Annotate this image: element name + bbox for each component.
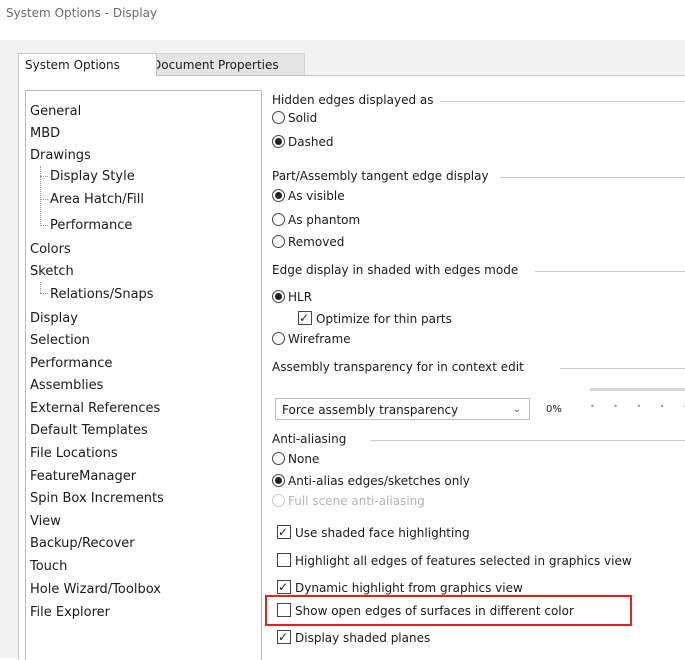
radio-indicator (272, 452, 285, 465)
radio-as-phantom-label: As phantom (288, 213, 361, 227)
tree-item-file-locations[interactable]: File Locations (30, 444, 118, 464)
tree-item-colors[interactable]: Colors (30, 240, 71, 260)
group-divider (440, 101, 685, 102)
group-anti-aliasing-label: Anti-aliasing (272, 432, 347, 446)
tree-item-display[interactable]: Display (30, 309, 78, 329)
tree-item-mbd[interactable]: MBD (30, 124, 60, 144)
tree-item-sketch[interactable]: Sketch (30, 262, 74, 282)
tree-item-area-hatch[interactable]: Area Hatch/Fill (50, 190, 144, 210)
checkbox-optimize-thin-parts[interactable]: Optimize for thin parts (298, 309, 452, 328)
chevron-down-icon: ⌄ (512, 404, 521, 415)
tree-item-assemblies[interactable]: Assemblies (30, 376, 103, 396)
transparency-percent: 0% (546, 404, 562, 415)
radio-indicator (272, 332, 285, 345)
checkbox-indicator (298, 309, 312, 327)
radio-indicator (272, 213, 285, 226)
tree-branch-tick (40, 225, 48, 226)
checkbox-highlight-all-edges[interactable]: Highlight all edges of features selected… (277, 552, 632, 570)
tree-item-drawings[interactable]: Drawings (30, 146, 91, 166)
tree-item-view[interactable]: View (30, 512, 61, 532)
group-shaded-edges-label: Edge display in shaded with edges mode (272, 263, 519, 277)
transparency-slider-ticks: • • • • • • • • (590, 402, 685, 410)
tree-item-external-references[interactable]: External References (30, 399, 160, 419)
group-hidden-edges-label: Hidden edges displayed as (272, 93, 434, 107)
group-transparency-label: Assembly transparency for in context edi… (272, 360, 524, 374)
radio-indicator (272, 290, 285, 303)
tree-branch-sketch (40, 282, 41, 293)
radio-as-phantom[interactable]: As phantom (272, 211, 360, 229)
radio-dashed[interactable]: Dashed (272, 133, 333, 151)
checkbox-highlight-all-label: Highlight all edges of features selected… (295, 554, 632, 568)
group-divider (560, 368, 685, 369)
group-tangent-edge-label: Part/Assembly tangent edge display (272, 169, 489, 183)
tree-branch-tick (40, 199, 48, 200)
group-divider (500, 177, 685, 178)
radio-hlr-label: HLR (288, 290, 313, 304)
tree-branch-drawings (40, 166, 41, 226)
window-title: System Options - Display (6, 6, 158, 20)
checkbox-shaded-face-highlighting[interactable]: Use shaded face highlighting (277, 523, 470, 542)
checkbox-shaded-planes-label: Display shaded planes (295, 631, 431, 645)
tree-item-hole-wizard[interactable]: Hole Wizard/Toolbox (30, 580, 161, 600)
radio-wireframe[interactable]: Wireframe (272, 330, 351, 348)
tree-item-drawing-performance[interactable]: Performance (50, 216, 132, 236)
radio-indicator (272, 494, 285, 507)
checkbox-shaded-face-label: Use shaded face highlighting (295, 526, 470, 540)
radio-indicator (272, 135, 285, 148)
tree-item-relations-snaps[interactable]: Relations/Snaps (50, 285, 154, 305)
checkbox-indicator (277, 578, 291, 596)
radio-aa-full-scene: Full scene anti-aliasing (272, 492, 425, 510)
transparency-slider-track[interactable] (590, 388, 685, 391)
radio-aa-full-label: Full scene anti-aliasing (288, 494, 425, 508)
radio-wireframe-label: Wireframe (288, 332, 351, 346)
transparency-combo[interactable]: Force assembly transparency ⌄ (275, 398, 530, 420)
tree-item-spin-box[interactable]: Spin Box Increments (30, 489, 164, 509)
radio-aa-edges-only[interactable]: Anti-alias edges/sketches only (272, 472, 470, 490)
options-tree[interactable]: General MBD Drawings Display Style Area … (25, 90, 262, 660)
radio-hlr[interactable]: HLR (272, 288, 312, 306)
radio-removed-label: Removed (288, 235, 345, 249)
radio-aa-none-label: None (288, 452, 320, 466)
radio-indicator (272, 111, 285, 124)
checkbox-dynamic-label: Dynamic highlight from graphics view (295, 581, 523, 595)
tree-item-backup-recover[interactable]: Backup/Recover (30, 534, 135, 554)
tab-system-options[interactable]: System Options (18, 53, 157, 76)
checkbox-shaded-planes[interactable]: Display shaded planes (277, 628, 431, 647)
tab-document-properties[interactable]: Document Properties (145, 53, 305, 76)
radio-indicator (272, 474, 285, 487)
tree-branch-tick (40, 293, 48, 294)
radio-aa-edges-label: Anti-alias edges/sketches only (288, 474, 470, 488)
radio-indicator (272, 235, 285, 248)
radio-as-visible[interactable]: As visible (272, 187, 345, 205)
tree-item-touch[interactable]: Touch (30, 557, 67, 577)
checkbox-indicator (277, 523, 291, 541)
radio-aa-none[interactable]: None (272, 450, 319, 468)
tree-item-default-templates[interactable]: Default Templates (30, 421, 148, 441)
checkbox-optimize-label: Optimize for thin parts (316, 312, 452, 326)
tree-item-selection[interactable]: Selection (30, 331, 90, 351)
radio-dashed-label: Dashed (288, 135, 334, 149)
tree-branch-tick (40, 176, 48, 177)
radio-as-visible-label: As visible (288, 189, 345, 203)
tree-item-file-explorer[interactable]: File Explorer (30, 603, 110, 623)
tree-item-general[interactable]: General (30, 102, 81, 122)
highlight-box (265, 595, 632, 626)
radio-indicator (272, 189, 285, 202)
radio-solid-label: Solid (288, 111, 318, 125)
group-divider (535, 271, 685, 272)
checkbox-indicator (277, 553, 291, 567)
group-divider (370, 440, 685, 441)
tree-item-performance[interactable]: Performance (30, 354, 112, 374)
tree-item-display-style[interactable]: Display Style (50, 167, 135, 187)
checkbox-indicator (277, 628, 291, 646)
transparency-combo-value: Force assembly transparency (282, 403, 459, 417)
tree-item-featuremanager[interactable]: FeatureManager (30, 467, 136, 487)
radio-solid[interactable]: Solid (272, 109, 317, 127)
radio-removed[interactable]: Removed (272, 233, 344, 251)
